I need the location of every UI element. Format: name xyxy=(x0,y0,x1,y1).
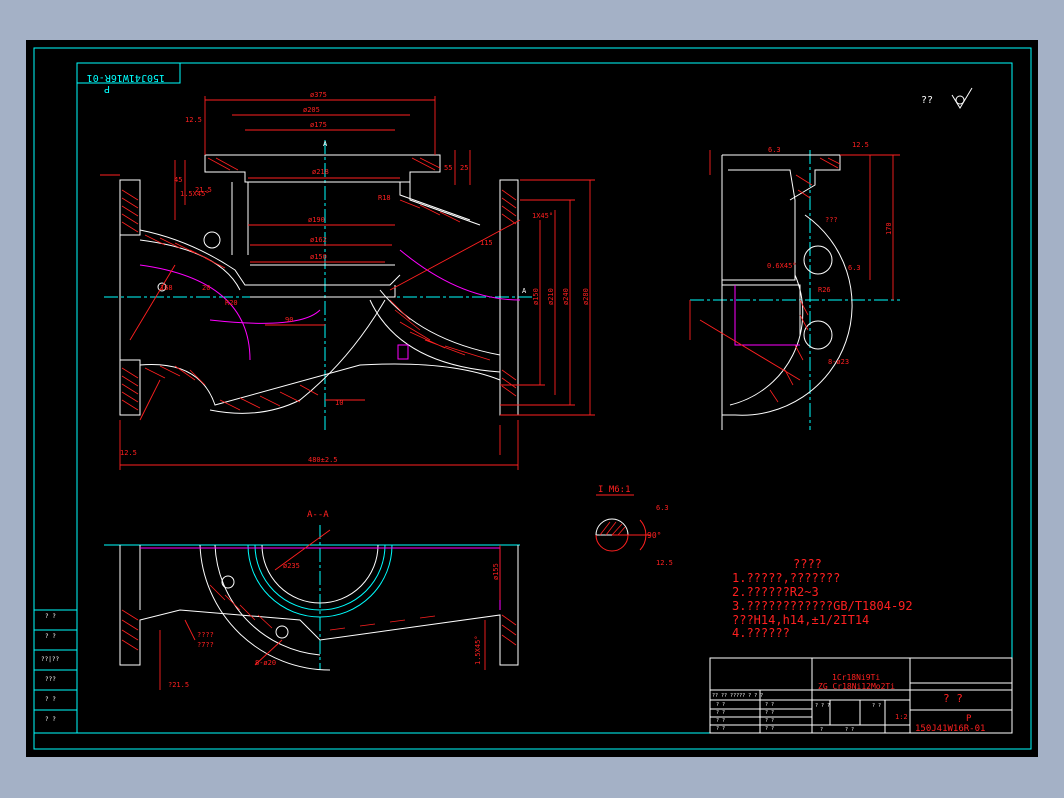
svg-text:0.6X45°: 0.6X45° xyxy=(767,262,797,270)
svg-text:21.5: 21.5 xyxy=(195,186,212,194)
svg-text:ø150: ø150 xyxy=(532,288,540,305)
svg-text:8-ø20: 8-ø20 xyxy=(255,659,276,667)
drawing-code: 150J41W16R-01 xyxy=(915,724,985,734)
svg-text:ø210: ø210 xyxy=(547,288,555,305)
svg-text:ø205: ø205 xyxy=(303,106,320,114)
svg-text:? ?: ? ? xyxy=(45,613,56,620)
svg-text:P: P xyxy=(104,83,110,94)
svg-text:168: 168 xyxy=(160,284,173,292)
svg-text:?21.5: ?21.5 xyxy=(168,681,189,689)
svg-text:????: ???? xyxy=(197,631,214,639)
svg-text:ø235: ø235 xyxy=(283,562,300,570)
svg-text:480±2.5: 480±2.5 xyxy=(308,456,338,464)
note-line: 1.?????,??????? xyxy=(732,571,840,585)
svg-text:ø375: ø375 xyxy=(310,91,327,99)
svg-text:ø280: ø280 xyxy=(582,288,590,305)
drawing-letter: P xyxy=(966,714,972,724)
svg-text:90°: 90° xyxy=(647,531,661,540)
note-line: ???H14,h14,±1/2IT14 xyxy=(732,613,869,627)
svg-text:1X45°: 1X45° xyxy=(532,212,553,220)
notes-title: ???? xyxy=(793,557,822,571)
svg-text:? ?: ? ? xyxy=(765,726,774,732)
svg-text:ø162: ø162 xyxy=(310,236,327,244)
svg-text:ø218: ø218 xyxy=(312,168,329,176)
svg-text:??|??: ??|?? xyxy=(41,656,59,663)
material-1: 1Cr18Ni9Ti xyxy=(832,673,880,682)
note-line: 4.?????? xyxy=(732,626,790,640)
svg-text:6.3: 6.3 xyxy=(768,146,781,154)
svg-text:? ?: ? ? xyxy=(765,718,774,724)
model-space-background xyxy=(26,40,1038,757)
svg-text:? ?: ? ? xyxy=(845,727,854,733)
svg-text:? ?: ? ? xyxy=(765,710,774,716)
svg-text:R26: R26 xyxy=(818,286,831,294)
svg-text:25: 25 xyxy=(460,164,468,172)
svg-text:? ?: ? ? xyxy=(716,726,725,732)
svg-text:ø150: ø150 xyxy=(310,253,327,261)
svg-text:? ?: ? ? xyxy=(716,710,725,716)
svg-text:115: 115 xyxy=(480,239,493,247)
svg-text:20: 20 xyxy=(202,284,210,292)
svg-text:? ?: ? ? xyxy=(45,696,56,703)
svg-text:? ?: ? ? xyxy=(716,718,725,724)
svg-text:?: ? xyxy=(820,727,823,733)
svg-text:ø190: ø190 xyxy=(308,216,325,224)
part-name: ? ? xyxy=(943,692,963,705)
note-line: 3.????????????GB/T1804-92 xyxy=(732,599,913,613)
svg-text:? ?: ? ? xyxy=(716,702,725,708)
svg-text:90: 90 xyxy=(285,316,293,324)
svg-text:12.5: 12.5 xyxy=(656,559,673,567)
svg-text:A--A: A--A xyxy=(307,510,329,520)
svg-text:55: 55 xyxy=(444,164,452,172)
svg-text:???: ??? xyxy=(45,676,56,683)
svg-text:?? ?? ????? ? ? ?: ?? ?? ????? ? ? ? xyxy=(712,693,763,699)
svg-text:ø240: ø240 xyxy=(562,288,570,305)
svg-text:??: ?? xyxy=(921,95,933,106)
svg-text:170: 170 xyxy=(885,222,893,235)
rotated-code-text: 150J41W16R-01 xyxy=(87,72,165,83)
svg-text:6.3: 6.3 xyxy=(656,504,669,512)
svg-text:? ?: ? ? xyxy=(45,716,56,723)
svg-text:???: ??? xyxy=(825,216,838,224)
svg-text:12.5: 12.5 xyxy=(852,141,869,149)
svg-text:1.5X45°: 1.5X45° xyxy=(474,635,482,665)
svg-text:?7??: ?7?? xyxy=(197,641,214,649)
scale: 1:2 xyxy=(895,713,908,721)
svg-text:I M6:1: I M6:1 xyxy=(598,485,631,495)
svg-text:8-ø23: 8-ø23 xyxy=(828,358,849,366)
svg-text:ø155: ø155 xyxy=(492,563,500,580)
svg-text:10: 10 xyxy=(335,399,343,407)
material-2: ZG Cr18Ni12Mo2Ti xyxy=(818,682,895,691)
svg-text:R20: R20 xyxy=(225,299,238,307)
svg-text:? ?: ? ? xyxy=(765,702,774,708)
svg-text:? ?: ? ? xyxy=(45,633,56,640)
svg-text:6.3: 6.3 xyxy=(848,264,861,272)
svg-text:12.5: 12.5 xyxy=(185,116,202,124)
note-line: 2.??????R2~3 xyxy=(732,585,819,599)
svg-text:ø175: ø175 xyxy=(310,121,327,129)
svg-text:R18: R18 xyxy=(378,194,391,202)
svg-text:? ? ?: ? ? ? xyxy=(815,703,830,709)
cad-drawing-viewport[interactable]: 150J41W16R-01 P ?? ø375 ø205 ø175 ø218 ø… xyxy=(0,0,1064,798)
svg-text:45: 45 xyxy=(174,176,182,184)
svg-text:12.5: 12.5 xyxy=(120,449,137,457)
svg-text:? ?: ? ? xyxy=(872,703,881,709)
